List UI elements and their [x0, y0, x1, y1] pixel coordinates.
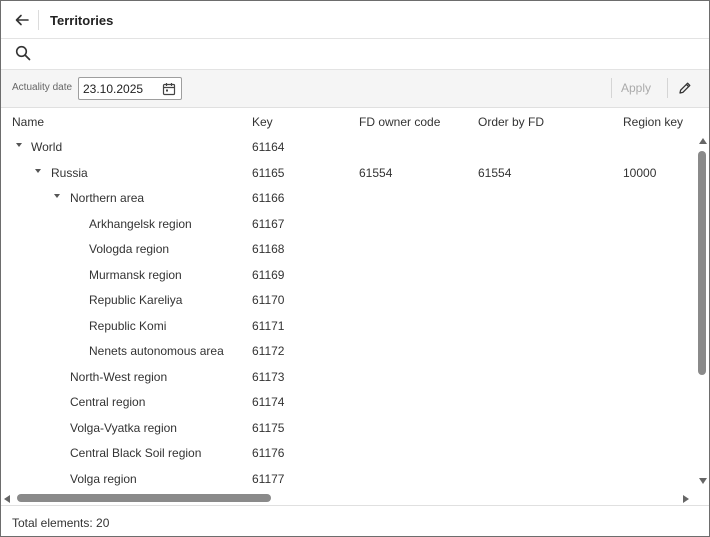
vertical-scrollbar[interactable]	[695, 134, 709, 493]
cell-name: Volga-Vyatka region	[70, 420, 177, 435]
edit-button[interactable]	[678, 81, 694, 97]
cell-key: 61173	[252, 369, 285, 384]
title-divider	[38, 10, 39, 30]
cell-name: Northern area	[70, 191, 145, 205]
status-footer: Total elements: 20	[1, 505, 709, 536]
toolbar: Actuality date Apply	[1, 70, 709, 108]
scroll-left-arrow-icon[interactable]	[4, 495, 10, 503]
cell-order-by-fd: 61554	[478, 165, 512, 180]
toolbar-divider	[611, 78, 612, 98]
search-button[interactable]	[15, 45, 33, 63]
column-header-key[interactable]: Key	[252, 115, 273, 129]
search-bar	[1, 39, 709, 70]
table-row[interactable]: Murmansk region 61169	[1, 262, 695, 288]
cell-key: 61168	[252, 242, 285, 256]
title-bar: Territories	[1, 1, 709, 39]
back-button[interactable]	[12, 10, 32, 30]
cell-name: North-West region	[70, 369, 168, 384]
table-row[interactable]: Northern area 61166	[1, 185, 695, 211]
total-elements-count: Total elements: 20	[12, 516, 110, 530]
grid-header: Name Key FD owner code Order by FD Regio…	[1, 108, 695, 134]
cell-key: 61170	[252, 293, 285, 307]
table-row[interactable]: Russia 61165 61554 61554 10000	[1, 160, 695, 186]
scroll-up-arrow-icon[interactable]	[699, 138, 707, 144]
cell-name: Republic Kareliya	[89, 293, 183, 307]
arrow-left-icon	[15, 14, 29, 26]
calendar-icon[interactable]	[162, 82, 176, 96]
table-row[interactable]: World 61164	[1, 134, 695, 160]
column-header-name[interactable]: Name	[12, 115, 44, 129]
cell-key: 61165	[252, 165, 285, 180]
cell-key: 61164	[252, 140, 285, 154]
table-row[interactable]: Nenets autonomous area 61172	[1, 338, 695, 364]
table-row[interactable]: Volga-Vyatka region 61175	[1, 415, 695, 441]
table-row[interactable]: Republic Kareliya 61170	[1, 287, 695, 313]
cell-name: Central Black Soil region	[70, 446, 202, 460]
expand-caret-icon[interactable]	[15, 142, 23, 150]
cell-name: World	[31, 140, 63, 154]
cell-fd-owner-code: 61554	[359, 165, 393, 180]
cell-name: Arkhangelsk region	[89, 216, 192, 231]
table-row[interactable]: Central Black Soil region 61176	[1, 440, 695, 466]
territories-grid: Name Key FD owner code Order by FD Regio…	[1, 108, 709, 505]
expand-caret-icon[interactable]	[34, 168, 42, 176]
cell-name: Russia	[51, 165, 88, 180]
pencil-icon	[679, 82, 691, 94]
table-row[interactable]: Volga region 61177	[1, 466, 695, 492]
cell-key: 61171	[252, 318, 285, 333]
grid-body: World 61164 Russia 61165 61554 61554 10000 Nort…	[1, 134, 695, 491]
page-title: Territories	[50, 13, 114, 28]
territories-window: Territories Actuality date Apply	[0, 0, 710, 537]
cell-name: Central region	[70, 395, 146, 409]
cell-name: Nenets autonomous area	[89, 344, 224, 358]
scroll-right-arrow-icon[interactable]	[683, 495, 689, 503]
table-row[interactable]: Central region 61174	[1, 389, 695, 415]
cell-key: 61175	[252, 420, 285, 435]
actuality-date-input[interactable]	[83, 81, 155, 97]
cell-name: Vologda region	[89, 242, 170, 256]
table-row[interactable]: Republic Komi 61171	[1, 313, 695, 339]
table-row[interactable]: Vologda region 61168	[1, 236, 695, 262]
cell-key: 61167	[252, 216, 285, 231]
horizontal-scrollbar[interactable]	[1, 492, 695, 505]
table-row[interactable]: North-West region 61173	[1, 364, 695, 390]
horizontal-scroll-thumb[interactable]	[17, 494, 271, 502]
expand-caret-icon[interactable]	[53, 193, 61, 201]
toolbar-divider	[667, 78, 668, 98]
column-header-order-by-fd[interactable]: Order by FD	[478, 115, 544, 129]
cell-key: 61169	[252, 267, 285, 282]
column-header-fd-owner-code[interactable]: FD owner code	[359, 115, 440, 129]
search-icon	[15, 45, 31, 61]
cell-name: Republic Komi	[89, 318, 167, 333]
cell-name: Murmansk region	[89, 267, 182, 282]
apply-button[interactable]: Apply	[621, 81, 651, 95]
actuality-date-field[interactable]	[78, 77, 182, 100]
cell-region-key: 10000	[623, 165, 657, 180]
scroll-down-arrow-icon[interactable]	[699, 478, 707, 484]
cell-key: 61176	[252, 446, 285, 460]
actuality-date-label: Actuality date	[12, 82, 73, 93]
cell-key: 61166	[252, 191, 285, 205]
table-row[interactable]: Arkhangelsk region 61167	[1, 211, 695, 237]
cell-key: 61174	[252, 395, 285, 409]
cell-key: 61172	[252, 344, 285, 358]
cell-name: Volga region	[70, 471, 137, 486]
cell-key: 61177	[252, 471, 285, 486]
column-header-region-key[interactable]: Region key	[623, 115, 683, 129]
vertical-scroll-thumb[interactable]	[698, 151, 706, 375]
